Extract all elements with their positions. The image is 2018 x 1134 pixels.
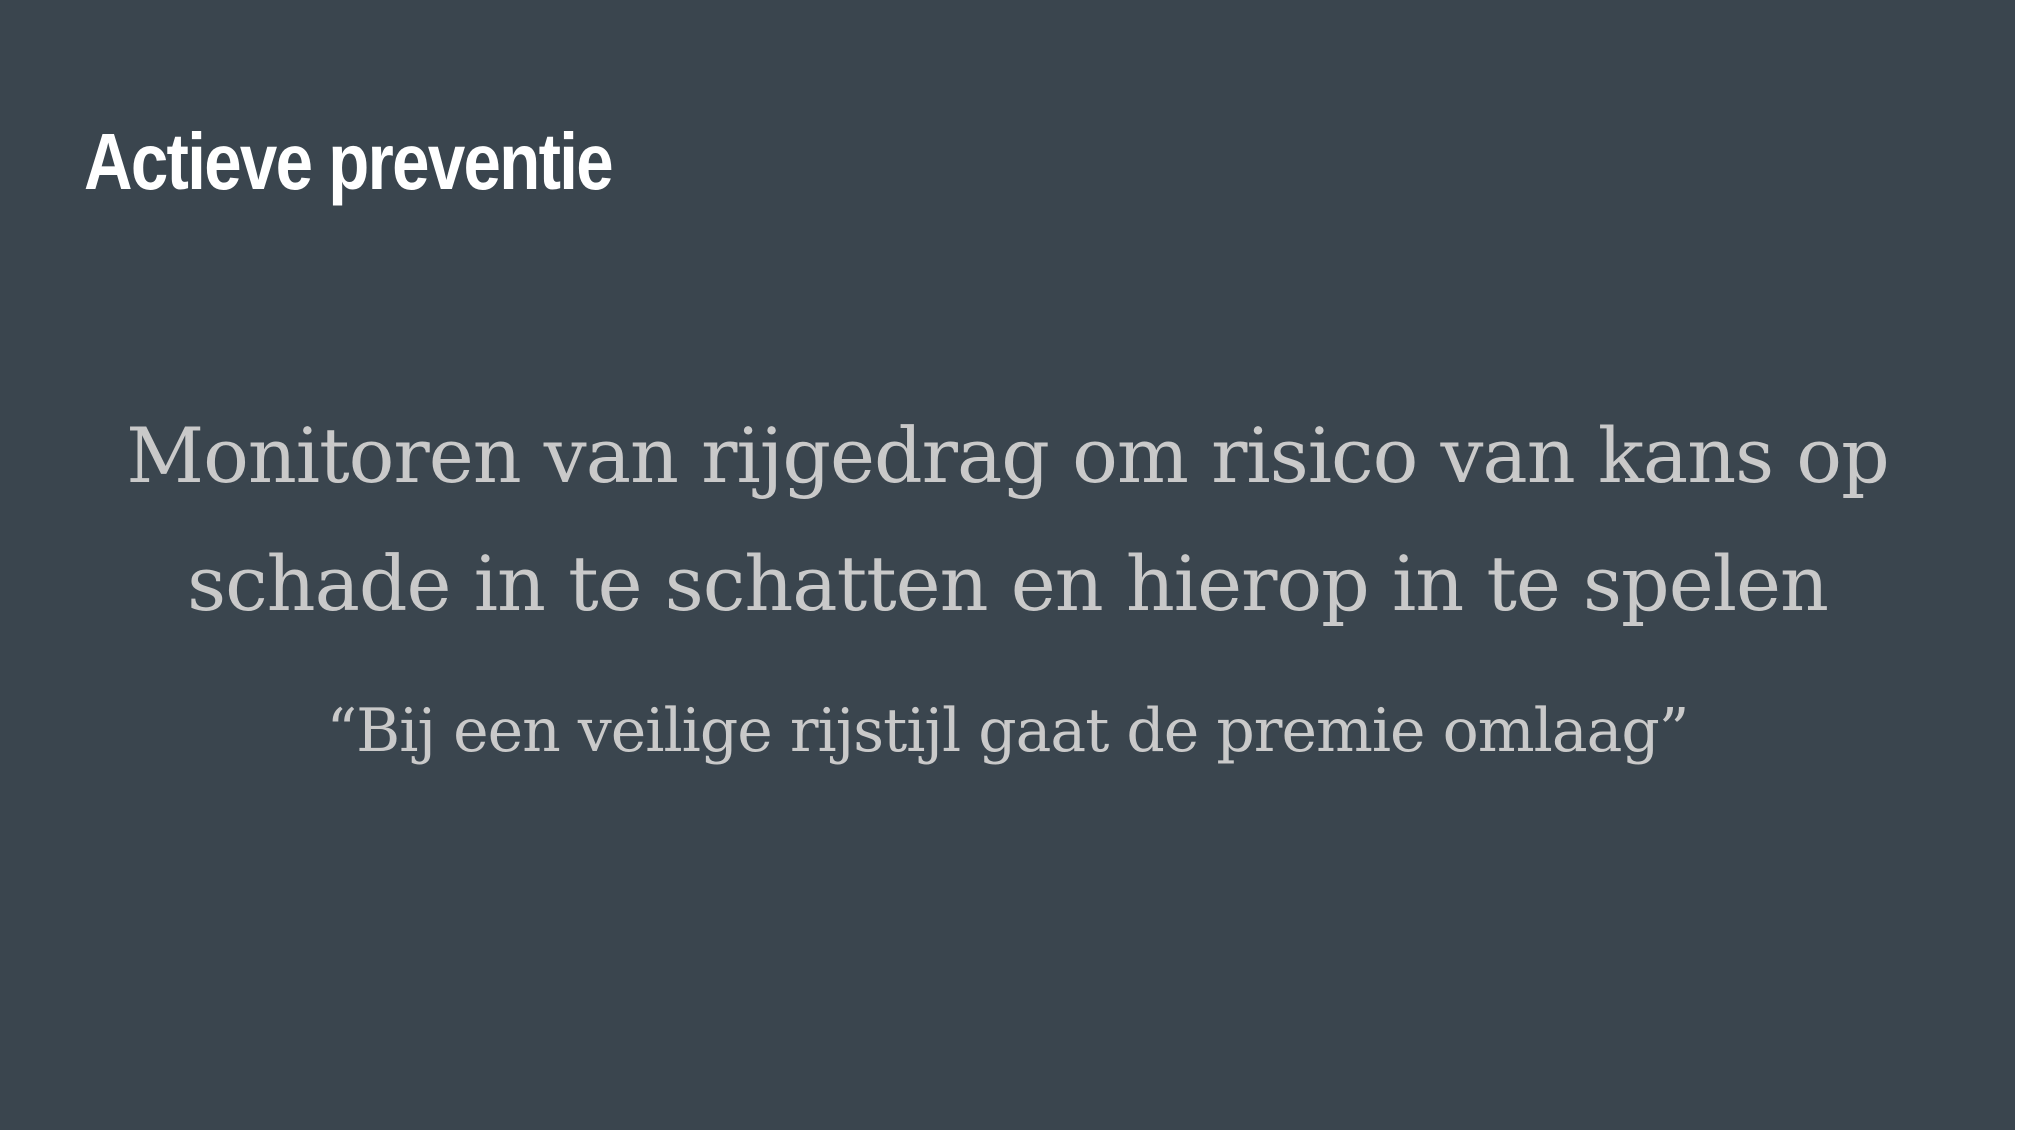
slide-bottom-border [0, 1130, 2018, 1134]
slide-title: Actieve preventie [84, 117, 614, 206]
slide-canvas: Actieve preventie Monitoren van rijgedra… [0, 0, 2015, 1130]
quote-text: “Bij een veilige rijstijl gaat de premie… [326, 696, 1690, 766]
main-statement: Monitoren van rijgedrag om risico van ka… [126, 411, 1889, 628]
